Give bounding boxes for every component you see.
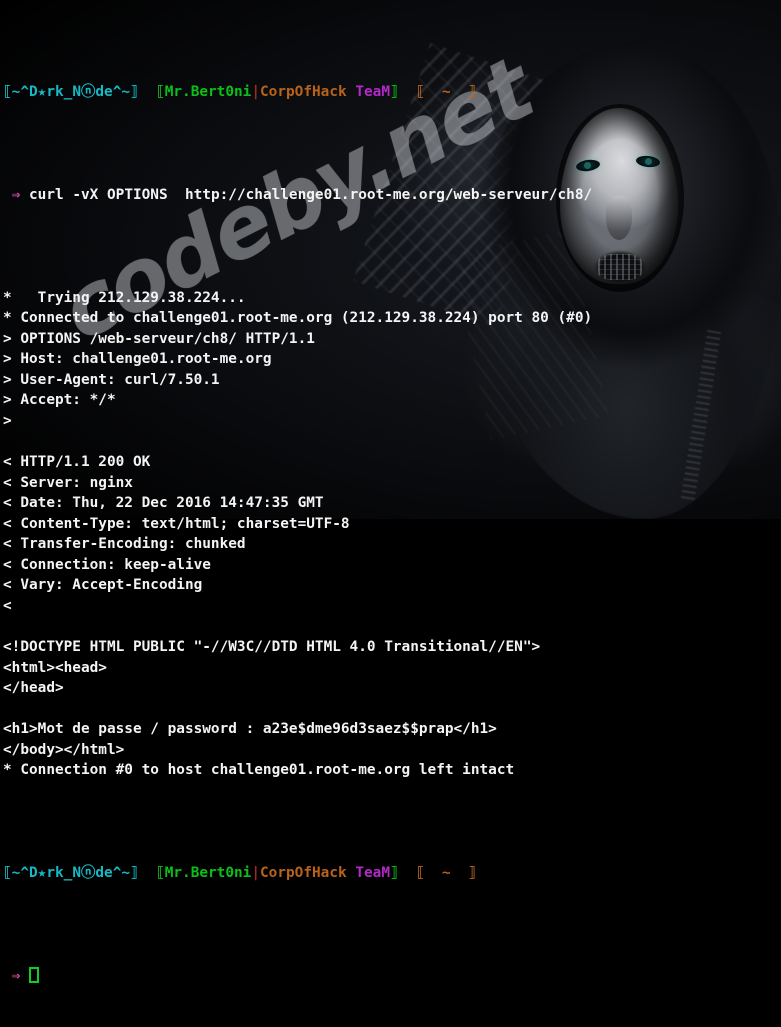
output-line-html-head: <html><head> bbox=[0, 658, 781, 679]
input-line[interactable]: ⇒ bbox=[0, 966, 781, 987]
text-cursor[interactable] bbox=[29, 966, 40, 983]
output-line-body-close: </body></html> bbox=[0, 740, 781, 761]
output-line-text: * Connection #0 to host challenge01.root… bbox=[3, 762, 515, 779]
prompt-path: ~ bbox=[441, 84, 451, 101]
output-line-head-close: </head> bbox=[0, 678, 781, 699]
output-line-conn-intact: * Connection #0 to host challenge01.root… bbox=[0, 760, 781, 781]
output-line-text: <h1>Mot de passe / password : a23e$dme96… bbox=[3, 721, 497, 738]
prompt-gap-4 bbox=[425, 84, 442, 100]
prompt-path-close-bracket: ⟧ bbox=[467, 864, 477, 881]
prompt-user-close-bracket: ⟧ bbox=[389, 864, 399, 881]
prompt-path-open-bracket: ⟦ bbox=[415, 84, 425, 101]
prompt-user-open-bracket: ⟦ bbox=[156, 864, 165, 881]
prompt-username: Mr.Bert0ni bbox=[164, 84, 252, 101]
output-line-connected: * Connected to challenge01.root-me.org (… bbox=[0, 308, 781, 329]
prompt-separator: | bbox=[251, 84, 261, 101]
output-line-res-date: < Date: Thu, 22 Dec 2016 14:47:35 GMT bbox=[0, 493, 781, 514]
prompt-gap-5 bbox=[451, 84, 468, 100]
prompt-separator: | bbox=[251, 864, 261, 881]
command-text: curl -vX OPTIONS http://challenge01.root… bbox=[29, 186, 593, 203]
output-line-res-server: < Server: nginx bbox=[0, 473, 781, 494]
output-line-doctype: <!DOCTYPE HTML PUBLIC "-//W3C//DTD HTML … bbox=[0, 637, 781, 658]
output-line-text: < Transfer-Encoding: chunked bbox=[3, 536, 246, 553]
output-line-blank-3 bbox=[0, 699, 781, 720]
prompt-team-org: CorpOfHack bbox=[260, 864, 347, 881]
input-gap bbox=[20, 968, 29, 984]
output-line-password-h1: <h1>Mot de passe / password : a23e$dme96… bbox=[0, 719, 781, 740]
prompt-host-close-bracket: ⟧ bbox=[130, 864, 139, 881]
prompt-user-close-bracket: ⟧ bbox=[389, 84, 399, 101]
output-line-text: > OPTIONS /web-serveur/ch8/ HTTP/1.1 bbox=[3, 330, 315, 347]
output-line-res-end: < bbox=[0, 596, 781, 617]
output-line-res-status: < HTTP/1.1 200 OK bbox=[0, 452, 781, 473]
output-line-text: < Vary: Accept-Encoding bbox=[3, 577, 203, 594]
terminal-output[interactable]: ⟦~^D★rk_Nⓝde^~⟧ ⟦Mr.Bert0ni|CorpOfHack T… bbox=[0, 0, 781, 984]
input-indent bbox=[3, 968, 12, 984]
prompt-gap-5 bbox=[451, 865, 468, 881]
prompt-path-close-bracket: ⟧ bbox=[467, 84, 477, 101]
output-line-text: < HTTP/1.1 200 OK bbox=[3, 454, 151, 471]
prompt-host-close-bracket: ⟧ bbox=[130, 84, 139, 101]
output-line-text: < Server: nginx bbox=[3, 474, 133, 491]
command-gap bbox=[20, 187, 29, 203]
output-line-text: </head> bbox=[3, 680, 64, 697]
prompt-host-open-bracket: ⟦ bbox=[3, 864, 12, 881]
output-line-text: < bbox=[3, 597, 12, 614]
output-line-req-end: > bbox=[0, 411, 781, 432]
command-indent bbox=[3, 187, 12, 203]
prompt-hostname: ~^D★rk_Nⓝde^~ bbox=[11, 84, 131, 101]
prompt-gap-4 bbox=[425, 865, 442, 881]
prompt-host-open-bracket: ⟦ bbox=[3, 84, 12, 101]
output-line-blank-1 bbox=[0, 431, 781, 452]
output-line-text: </body></html> bbox=[3, 741, 125, 758]
output-line-res-conn: < Connection: keep-alive bbox=[0, 555, 781, 576]
output-line-text: * Trying 212.129.38.224... bbox=[3, 289, 246, 306]
output-line-text: < Connection: keep-alive bbox=[3, 556, 211, 573]
prompt-username: Mr.Bert0ni bbox=[164, 864, 252, 881]
prompt-team-suffix: TeaM bbox=[355, 864, 390, 881]
output-line-res-ctype: < Content-Type: text/html; charset=UTF-8 bbox=[0, 514, 781, 535]
command-line[interactable]: ⇒ curl -vX OPTIONS http://challenge01.ro… bbox=[0, 185, 781, 206]
prompt-gap-1 bbox=[139, 84, 156, 100]
output-line-text: < Content-Type: text/html; charset=UTF-8 bbox=[3, 515, 350, 532]
prompt-path-open-bracket: ⟦ bbox=[415, 864, 425, 881]
prompt-team-org: CorpOfHack bbox=[260, 84, 347, 101]
output-line-text: > User-Agent: curl/7.50.1 bbox=[3, 371, 220, 388]
output-line-blank-2 bbox=[0, 616, 781, 637]
output-line-req-options: > OPTIONS /web-serveur/ch8/ HTTP/1.1 bbox=[0, 329, 781, 350]
output-line-text: < Date: Thu, 22 Dec 2016 14:47:35 GMT bbox=[3, 495, 324, 512]
output-line-text: > Accept: */* bbox=[3, 392, 116, 409]
prompt-path: ~ bbox=[441, 864, 451, 881]
output-line-req-host: > Host: challenge01.root-me.org bbox=[0, 349, 781, 370]
prompt-user-open-bracket: ⟦ bbox=[156, 84, 165, 101]
prompt-gap-1 bbox=[139, 865, 156, 881]
output-line-res-vary: < Vary: Accept-Encoding bbox=[0, 575, 781, 596]
prompt-gap-2 bbox=[347, 865, 356, 881]
output-line-trying: * Trying 212.129.38.224... bbox=[0, 288, 781, 309]
output-line-res-tenc: < Transfer-Encoding: chunked bbox=[0, 534, 781, 555]
output-line-text: > bbox=[3, 412, 12, 429]
output-line-req-ua: > User-Agent: curl/7.50.1 bbox=[0, 370, 781, 391]
prompt-gap-3 bbox=[399, 84, 416, 100]
prompt-hostname: ~^D★rk_Nⓝde^~ bbox=[11, 864, 131, 881]
prompt-line-top: ⟦~^D★rk_Nⓝde^~⟧ ⟦Mr.Bert0ni|CorpOfHack T… bbox=[0, 82, 781, 103]
output-line-text: > Host: challenge01.root-me.org bbox=[3, 351, 272, 368]
prompt-gap-3 bbox=[399, 865, 416, 881]
output-line-text: * Connected to challenge01.root-me.org (… bbox=[3, 310, 593, 327]
output-line-text: <!DOCTYPE HTML PUBLIC "-//W3C//DTD HTML … bbox=[3, 638, 541, 655]
prompt-arrow-icon: ⇒ bbox=[11, 967, 21, 984]
output-line-text: <html><head> bbox=[3, 659, 107, 676]
prompt-team-suffix: TeaM bbox=[355, 84, 390, 101]
output-lines-container: * Trying 212.129.38.224... * Connected to… bbox=[0, 288, 781, 781]
output-line-req-accept: > Accept: */* bbox=[0, 390, 781, 411]
prompt-line-bottom: ⟦~^D★rk_Nⓝde^~⟧ ⟦Mr.Bert0ni|CorpOfHack T… bbox=[0, 863, 781, 884]
